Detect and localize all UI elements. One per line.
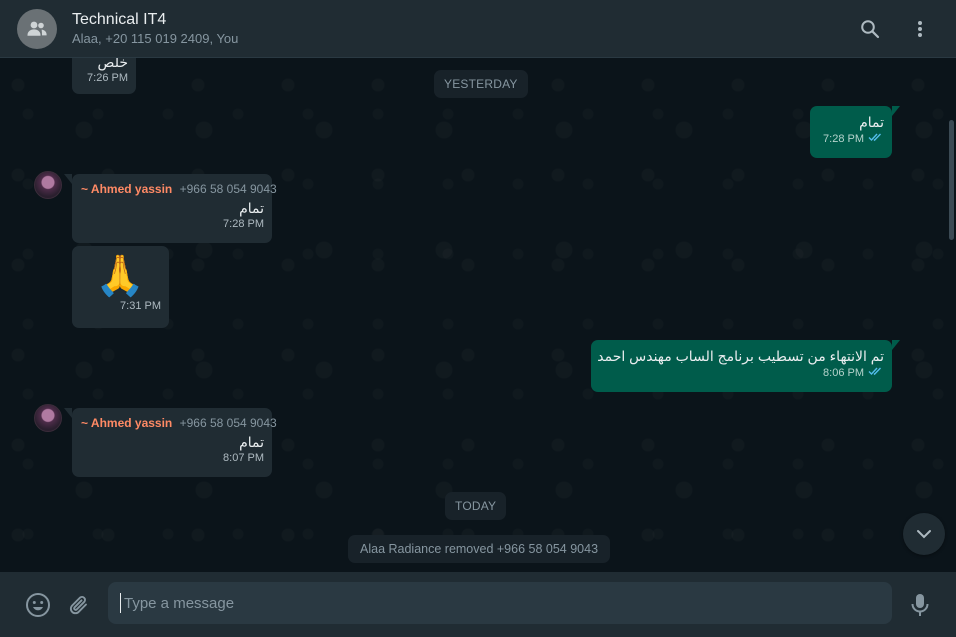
emoji-message: 🙏 [95,253,145,299]
attach-icon[interactable] [66,592,92,618]
sender-line: ~ Ahmed yassin +966 58 054 9043 [81,414,277,432]
menu-icon[interactable] [909,18,931,40]
sender-phone: +966 58 054 9043 [179,416,277,430]
double-check-icon [868,366,884,379]
chat-title-block[interactable]: Technical IT4 Alaa, +20 115 019 2409, Yo… [72,10,238,49]
message-time: 7:28 PM [223,218,264,230]
avatar[interactable] [34,171,62,199]
bubble-tail [64,174,72,184]
chevron-down-icon[interactable] [903,513,945,555]
message-time: 7:26 PM [87,72,128,84]
sender-name[interactable]: ~ Ahmed yassin [81,416,172,430]
message-time: 7:28 PM [823,132,864,145]
bubble-tail [64,408,72,418]
date-divider: YESTERDAY [434,70,528,98]
chat-title[interactable]: Technical IT4 [72,10,238,29]
sender-name[interactable]: ~ Ahmed yassin [81,182,172,196]
message-text: تم الانتهاء من تسطيب برنامج الساب مهندس … [597,348,884,364]
message-text: خلص [97,58,128,70]
sender-line: ~ Ahmed yassin +966 58 054 9043 [81,180,277,198]
message-input[interactable] [124,594,892,612]
message-time: 7:31 PM [120,300,161,312]
message-bubble-incoming[interactable]: ~ Ahmed yassin +966 58 054 9043 تمام 8:0… [72,408,277,477]
message-composer[interactable] [108,582,892,624]
message-meta: 8:06 PM [600,366,884,379]
chat-participants: Alaa, +20 115 019 2409, You [72,31,239,46]
message-bubble-incoming[interactable]: خلص 7:26 PM [72,58,136,94]
text-cursor [120,593,121,613]
date-divider: TODAY [445,492,507,520]
group-avatar-icon[interactable] [17,9,57,49]
message-bubble-incoming[interactable]: 🙏 7:31 PM [72,246,169,328]
message-text: تمام [239,434,264,450]
message-list[interactable]: خلص 7:26 PM YESTERDAY تمام 7:28 PM ~ Ahm… [0,58,956,572]
bubble-tail [892,340,900,350]
message-bubble-outgoing[interactable]: تمام 7:28 PM [810,106,892,158]
double-check-icon [868,132,884,145]
message-meta: 7:28 PM [819,132,884,145]
mic-icon[interactable] [907,592,933,618]
bubble-tail [892,106,900,116]
message-text: تمام [239,200,264,216]
message-text: تمام [859,114,884,130]
message-time: 8:06 PM [823,366,864,379]
scrollbar[interactable] [949,120,954,240]
sender-phone: +966 58 054 9043 [179,182,277,196]
message-bubble-incoming[interactable]: ~ Ahmed yassin +966 58 054 9043 تمام 7:2… [72,174,277,243]
search-icon[interactable] [859,18,881,40]
emoji-icon[interactable] [25,592,51,618]
chat-header[interactable]: Technical IT4 Alaa, +20 115 019 2409, Yo… [0,0,956,58]
system-message: Alaa Radiance removed +966 58 054 9043 [348,535,611,563]
composer-bar [0,572,956,637]
avatar[interactable] [34,404,62,432]
message-bubble-outgoing[interactable]: تم الانتهاء من تسطيب برنامج الساب مهندس … [591,340,892,392]
message-time: 8:07 PM [223,452,264,464]
